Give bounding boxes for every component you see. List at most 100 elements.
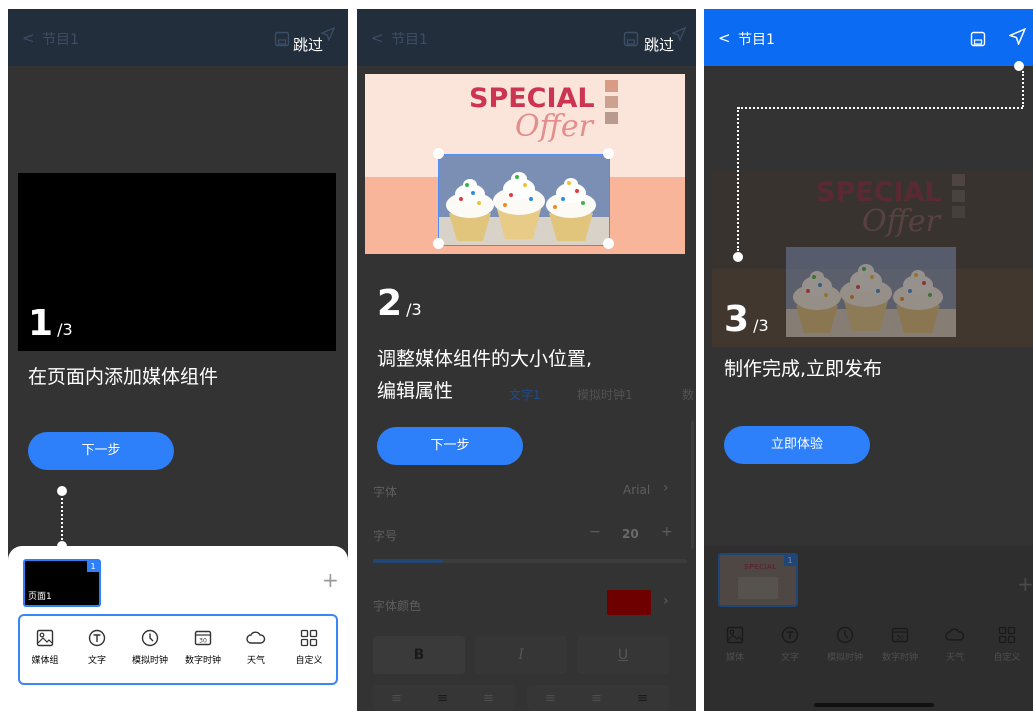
align-right-icon[interactable]: ≡ (483, 691, 494, 706)
step-current: 2 (377, 283, 403, 324)
component-toolbar-highlight: 媒体组 文字 模拟时钟 30 数字时钟 天气 自定义 (18, 614, 338, 685)
guide-dot (57, 486, 67, 496)
step-instruction: 在页面内添加媒体组件 (28, 366, 219, 388)
back-icon[interactable]: < (22, 29, 35, 47)
align-middle-icon[interactable]: ≡ (591, 691, 602, 706)
guide-connector-line (61, 498, 63, 540)
tool-label: 自定义 (993, 653, 1021, 663)
chevron-right-icon[interactable]: › (663, 480, 669, 496)
decrease-size-button[interactable]: − (589, 524, 601, 540)
clock-icon (141, 629, 159, 647)
tool-label: 模拟时钟 (131, 656, 168, 666)
page-label: 页面1 (28, 592, 52, 602)
page-thumbnail[interactable]: 1 SPECIAL (718, 553, 798, 607)
step-total: /3 (57, 320, 73, 339)
save-icon[interactable] (970, 31, 986, 47)
svg-text:30: 30 (896, 635, 904, 642)
resize-handle[interactable] (433, 148, 444, 159)
try-now-button[interactable]: 立即体验 (724, 426, 870, 464)
digital-clock-icon: 30 (194, 630, 212, 646)
image-icon (36, 629, 54, 647)
tool-analog-clock[interactable]: 模拟时钟 (125, 629, 175, 666)
tool-weather[interactable]: 天气 (231, 629, 281, 666)
text-icon (781, 626, 799, 644)
font-value[interactable]: Arial (623, 483, 650, 497)
top-nav-bar: < 节目1 (704, 9, 1033, 66)
page-thumbnail[interactable]: 1 页面1 (23, 559, 101, 607)
color-block (952, 174, 965, 186)
step-instruction: 调整媒体组件的大小位置, 编辑属性 (377, 343, 592, 407)
size-value[interactable]: 20 (622, 527, 639, 541)
save-icon[interactable] (274, 31, 290, 47)
font-color-label: 字体颜色 (373, 599, 422, 613)
tab-more[interactable]: 数 (682, 386, 694, 403)
color-block (952, 190, 965, 202)
tool-label: 媒体 (725, 653, 744, 663)
tool-analog-clock[interactable]: 模拟时钟 (820, 626, 870, 663)
tool-label: 媒体组 (31, 656, 59, 666)
skip-button[interactable]: 跳过 (293, 34, 323, 55)
tool-text[interactable]: 文字 (765, 626, 815, 663)
add-page-button[interactable]: + (1017, 572, 1033, 596)
back-icon[interactable]: < (718, 29, 731, 47)
step-instruction: 制作完成,立即发布 (724, 358, 883, 380)
tool-digital-clock[interactable]: 30 数字时钟 (875, 626, 925, 663)
scrollbar[interactable] (691, 421, 694, 549)
step-current: 3 (724, 299, 750, 340)
next-step-button[interactable]: 下一步 (377, 427, 523, 465)
skip-button[interactable]: 跳过 (644, 34, 674, 55)
bottom-editor-sheet: 1 页面1 + 媒体组 文字 模拟时钟 30 数字时钟 天气 自定义 (8, 546, 348, 711)
text-icon (88, 629, 106, 647)
tool-label: 数字时钟 (184, 656, 221, 666)
tool-media[interactable]: 媒体 (710, 626, 760, 663)
vertical-align-group: ≡ ≡ ≡ (527, 685, 669, 711)
color-block (605, 80, 618, 92)
align-center-icon[interactable]: ≡ (437, 691, 448, 706)
resize-handle[interactable] (603, 148, 614, 159)
thumbnail-photo (738, 577, 778, 599)
tool-digital-clock[interactable]: 30 数字时钟 (178, 629, 228, 666)
grid-icon (300, 629, 318, 647)
program-title: 节目1 (738, 32, 775, 48)
increase-size-button[interactable]: + (661, 524, 673, 540)
grid-icon (998, 626, 1016, 644)
tool-label: 天气 (246, 656, 265, 666)
save-icon[interactable] (623, 31, 639, 47)
guide-dot (1014, 61, 1024, 71)
chevron-right-icon[interactable]: › (663, 593, 669, 609)
step-counter: 2/3 (377, 283, 422, 324)
step-counter: 1/3 (28, 303, 73, 344)
bold-button[interactable]: B (373, 636, 465, 674)
step-current: 1 (28, 303, 54, 344)
tab-analog-clock1[interactable]: 模拟时钟1 (577, 386, 633, 403)
add-page-button[interactable]: + (322, 568, 339, 592)
tab-text1[interactable]: 文字1 (509, 386, 541, 403)
send-icon[interactable] (321, 27, 335, 41)
tool-custom[interactable]: 自定义 (284, 629, 334, 666)
resize-handle[interactable] (433, 238, 444, 249)
tool-custom[interactable]: 自定义 (982, 626, 1032, 663)
tool-media-group[interactable]: 媒体组 (20, 629, 70, 666)
align-top-icon[interactable]: ≡ (545, 691, 556, 706)
promo-banner[interactable]: SPECIAL Offer (365, 74, 685, 254)
digital-clock-icon: 30 (891, 627, 909, 643)
size-label: 字号 (373, 529, 398, 543)
size-slider-track[interactable] (373, 559, 687, 563)
italic-button[interactable]: I (475, 636, 567, 674)
guide-connector-line (738, 107, 1023, 109)
send-icon[interactable] (672, 27, 686, 41)
tool-label: 文字 (780, 653, 799, 663)
font-color-swatch[interactable] (607, 590, 651, 615)
align-bottom-icon[interactable]: ≡ (637, 691, 648, 706)
tool-weather[interactable]: 天气 (930, 626, 980, 663)
promo-subtitle: Offer (515, 109, 593, 144)
send-icon[interactable] (1009, 28, 1026, 45)
bottom-editor-sheet-dimmed: 1 SPECIAL + 媒体 文字 模拟时钟 30 数字时钟 天气 自定义 (704, 546, 1033, 711)
underline-button[interactable]: U (577, 636, 669, 674)
selection-frame (438, 154, 610, 246)
back-icon[interactable]: < (371, 29, 384, 47)
next-step-button[interactable]: 下一步 (28, 432, 174, 470)
resize-handle[interactable] (603, 238, 614, 249)
align-left-icon[interactable]: ≡ (391, 691, 402, 706)
tool-text[interactable]: 文字 (72, 629, 122, 666)
